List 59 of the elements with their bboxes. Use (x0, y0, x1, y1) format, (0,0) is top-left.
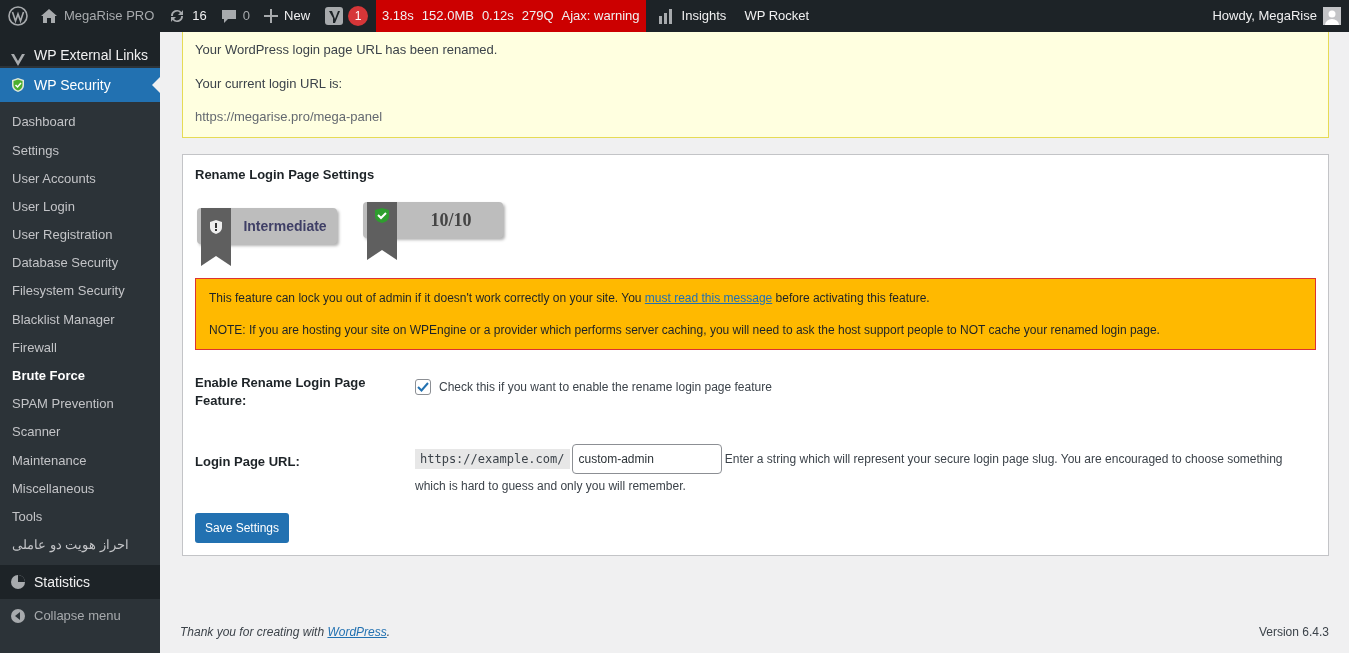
plus-icon (264, 9, 278, 23)
home-icon (40, 8, 58, 24)
bar-chart-icon (657, 8, 674, 24)
link-plugin-icon (10, 54, 26, 66)
avatar-icon (1323, 7, 1341, 25)
collapse-menu-button[interactable]: Collapse menu (0, 599, 160, 633)
wp-rocket-link[interactable]: WP Rocket (744, 6, 810, 26)
notification-badge: 1 (348, 6, 369, 26)
pie-chart-icon (10, 574, 26, 590)
sidebar-submenu-item[interactable]: Scanner (0, 418, 160, 447)
sidebar-submenu-item[interactable]: SPAM Prevention (0, 389, 160, 419)
sidebar-submenu-item[interactable]: Miscellaneous (0, 474, 160, 503)
insights-link[interactable]: Insights (681, 6, 727, 26)
save-settings-button[interactable]: Save Settings (195, 513, 290, 543)
seo-plugin-icon (324, 6, 345, 26)
howdy-link[interactable]: Howdy, MegaRise (1212, 6, 1317, 26)
field-label: Enable Rename Login Page Feature: (195, 374, 367, 410)
site-name[interactable]: MegaRise PRO (64, 6, 155, 26)
section-title: Rename Login Page Settings (195, 165, 376, 184)
sidebar-submenu-item[interactable]: User Login (0, 192, 160, 221)
checkbox-label: Check this if you want to enable the rename login page feature (439, 379, 772, 396)
sidebar-submenu-item[interactable]: Blacklist Manager (0, 305, 160, 334)
sidebar-submenu-item[interactable]: Brute Force (0, 361, 160, 390)
sidebar-submenu-item[interactable]: احراز هویت دو عاملی (0, 530, 160, 559)
sidebar-submenu-item[interactable]: Firewall (0, 333, 160, 362)
sidebar-submenu-item[interactable]: Settings (0, 136, 160, 165)
footer-text: Thank you for creating with WordPress. (180, 624, 391, 641)
shield-check-icon (10, 77, 26, 93)
sidebar-submenu-item[interactable]: Filesystem Security (0, 277, 160, 306)
field-label: Login Page URL: (195, 453, 301, 471)
comment-icon (220, 8, 237, 24)
sidebar-menu-item[interactable]: WP Security (0, 68, 160, 102)
sidebar-submenu-item[interactable]: Tools (0, 502, 160, 531)
update-count[interactable]: 16 (192, 6, 207, 26)
sidebar-submenu-item[interactable]: Database Security (0, 248, 160, 278)
collapse-icon (10, 608, 26, 624)
help-text: https://example.com/ custom-admin Enter a string which will represent your secure login page slug. You are encouraged to choose something which is hard to guess and only you will remember. (415, 444, 1316, 499)
enable-checkbox[interactable] (415, 379, 431, 395)
new-link[interactable]: New (284, 6, 311, 26)
sidebar-submenu-item[interactable]: User Registration (0, 220, 160, 249)
notice-text: Your current login URL is: (195, 74, 344, 93)
sidebar-submenu-item[interactable]: Dashboard (0, 108, 160, 137)
query-monitor-stats[interactable]: 3.18s 152.0MB 0.12s 279Q Ajax: warning (376, 0, 646, 32)
check-shield-icon (367, 202, 397, 260)
warning-text: This feature can lock you out of admin if it doesn't work correctly on your site. You must read this message before activating this feature. (209, 290, 931, 307)
login-url-text: https://megarise.pro/mega-panel (195, 108, 384, 126)
warning-text: NOTE: If you are hosting your site on WPEngine or a provider which performs server caching, you will need to ask the host support people to NOT cache your renamed login page. (209, 322, 1161, 339)
url-prefix: https://example.com/ (415, 449, 570, 469)
version-text: Version 6.4.3 (1258, 624, 1329, 641)
warning-shield-icon (201, 208, 231, 266)
sidebar-submenu-item[interactable]: User Accounts (0, 164, 160, 193)
comment-count[interactable]: 0 (242, 6, 250, 26)
sidebar-menu-item[interactable]: WP External Links (0, 32, 160, 66)
sidebar-menu-item[interactable]: Statistics (0, 565, 160, 599)
sidebar-submenu-item[interactable]: Maintenance (0, 446, 160, 475)
wordpress-logo-icon (8, 6, 28, 26)
url-slug-field[interactable]: custom-admin (571, 444, 722, 474)
wordpress-link[interactable]: WordPress (327, 625, 387, 639)
notice-text: Your WordPress login page URL has been renamed. (195, 41, 499, 59)
